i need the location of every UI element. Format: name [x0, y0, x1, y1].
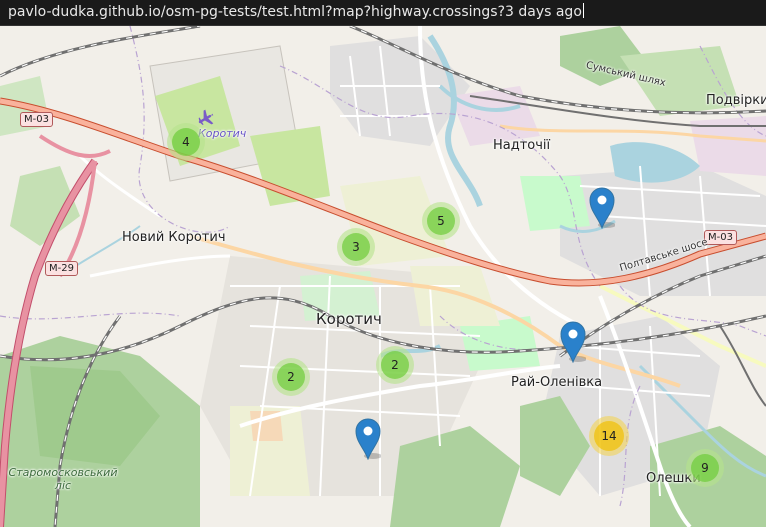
place-label-rai-olenivka: Рай-Оленівка	[511, 375, 603, 390]
marker-cluster[interactable]: 4	[167, 123, 205, 161]
map-view[interactable]: М-03 М-03 М-29 Сумський шлях Полтавське …	[0, 26, 766, 527]
marker-cluster[interactable]: 3	[337, 228, 375, 266]
place-label-podvirky: Подвірки	[706, 93, 766, 108]
place-label-nadtochii: Надточії	[493, 138, 551, 153]
map-marker-pin[interactable]	[589, 187, 615, 229]
map-marker-pin[interactable]	[355, 418, 381, 460]
marker-cluster[interactable]: 9	[686, 449, 724, 487]
map-tiles	[0, 26, 766, 527]
marker-cluster[interactable]: 2	[376, 346, 414, 384]
forest-label-staromoskovskyi: Старомосковський ліс	[8, 466, 118, 492]
map-marker-pin[interactable]	[560, 321, 586, 363]
url-text[interactable]: pavlo-dudka.github.io/osm-pg-tests/test.…	[6, 3, 586, 22]
road-shield-m29: М-29	[45, 261, 78, 276]
marker-cluster[interactable]: 14	[589, 416, 629, 456]
address-bar[interactable]: pavlo-dudka.github.io/osm-pg-tests/test.…	[0, 0, 766, 26]
road-shield-m03: М-03	[20, 112, 53, 127]
place-label-korotych: Коротич	[316, 310, 382, 328]
place-label-novyi-korotych: Новий Коротич	[122, 230, 226, 245]
road-shield-m03: М-03	[704, 230, 737, 245]
place-label-airport-korotych: Коротич	[198, 127, 247, 140]
marker-cluster[interactable]: 2	[272, 358, 310, 396]
marker-cluster[interactable]: 5	[422, 202, 460, 240]
